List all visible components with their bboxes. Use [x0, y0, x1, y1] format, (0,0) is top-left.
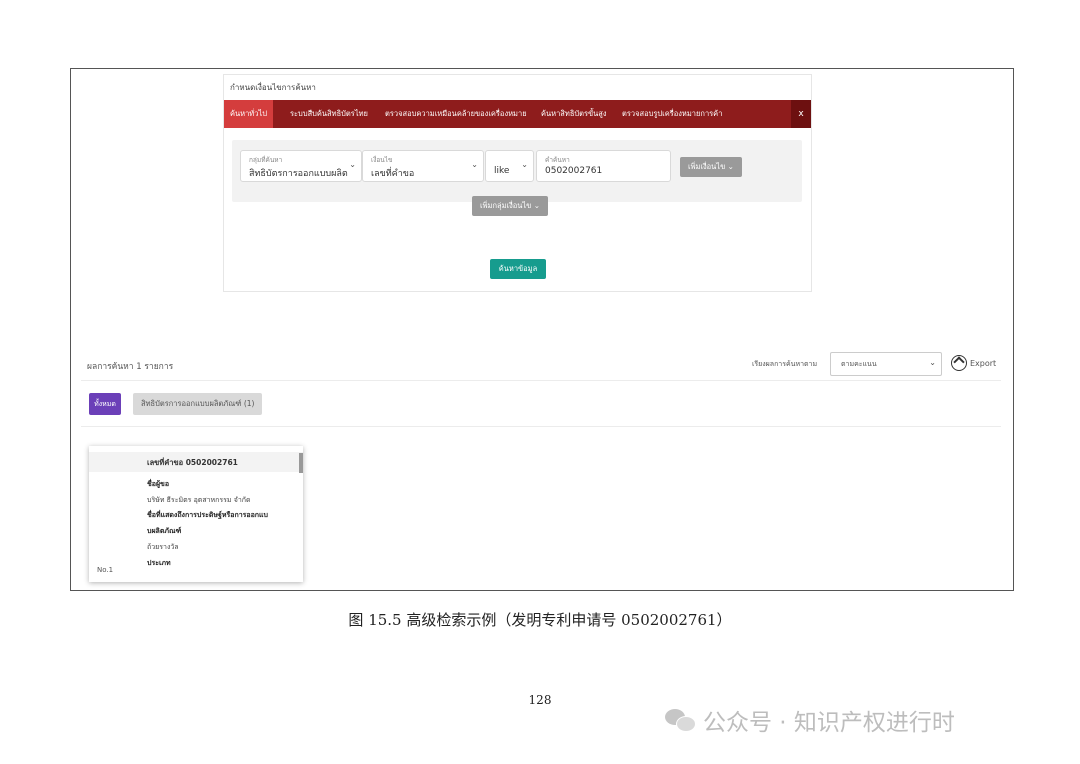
add-condition-button[interactable]: เพิ่มเงื่อนไข ⌄: [680, 157, 742, 177]
results-count: ผลการค้นหา 1 รายการ: [87, 362, 174, 372]
add-group-label: เพิ่มกลุ่มเงื่อนไข: [480, 201, 532, 210]
result-card[interactable]: เลขที่คำขอ 0502002761 ชื่อผู้ขอ บริษัท ธ…: [89, 446, 303, 582]
card-number: No.1: [97, 566, 114, 574]
card-title-label: ชื่อที่แสดงถึงการประดิษฐ์หรือการออกแบ: [147, 511, 268, 519]
card-scrollbar[interactable]: [299, 453, 303, 473]
card-type-label: ประเภท: [147, 559, 171, 567]
screenshot-frame: กำหนดเงื่อนไขการค้นหา ค้นหาทั่วไป ระบบสื…: [70, 68, 1014, 591]
condition-value: เลขที่คำขอ: [371, 169, 415, 179]
add-condition-group-button[interactable]: เพิ่มกลุ่มเงื่อนไข ⌄: [472, 196, 548, 216]
operator-select[interactable]: like ⌄: [485, 150, 534, 182]
search-group-select[interactable]: กลุ่มที่ค้นหา สิทธิบัตรการออกแบบผลิต ⌄: [240, 150, 362, 182]
search-group-label: กลุ่มที่ค้นหา: [249, 156, 283, 164]
close-button[interactable]: x: [791, 100, 811, 128]
search-group-value: สิทธิบัตรการออกแบบผลิต: [249, 169, 348, 179]
chevron-down-icon: ⌄: [727, 162, 734, 171]
tab-advanced-patent-search[interactable]: ค้นหาสิทธิบัตรขั้นสูง: [541, 100, 607, 128]
export-button[interactable]: Export: [951, 355, 996, 371]
card-title-label-cont: บผลิตภัณฑ์: [147, 527, 182, 535]
tab-trademark-similarity[interactable]: ตรวจสอบความเหมือนคล้ายของเครื่องหมาย: [385, 100, 527, 128]
wechat-icon: [665, 707, 697, 733]
keyword-label: คำค้นหา: [545, 156, 570, 164]
operator-value: like: [494, 166, 510, 176]
sort-select[interactable]: ตามคะแนน ⌄: [830, 352, 942, 376]
chevron-down-icon: ⌄: [533, 201, 540, 210]
divider: [81, 426, 1001, 427]
keyword-input[interactable]: คำค้นหา 0502002761: [536, 150, 671, 182]
condition-select[interactable]: เงื่อนไข เลขที่คำขอ ⌄: [362, 150, 484, 182]
card-application-number: เลขที่คำขอ 0502002761: [147, 458, 238, 467]
search-panel: กำหนดเงื่อนไขการค้นหา ค้นหาทั่วไป ระบบสื…: [223, 74, 812, 292]
keyword-value: 0502002761: [545, 166, 603, 176]
tab-trademark-image-check[interactable]: ตรวจสอบรูปเครื่องหมายการค้า: [622, 100, 722, 128]
tab-general-search[interactable]: ค้นหาทั่วไป: [224, 100, 273, 128]
add-condition-label: เพิ่มเงื่อนไข: [688, 162, 726, 171]
filter-chip-design-patent[interactable]: สิทธิบัตรการออกแบบผลิตภัณฑ์ (1): [133, 393, 263, 415]
condition-label: เงื่อนไข: [371, 156, 393, 164]
sort-value: ตามคะแนน: [841, 360, 877, 368]
chevron-down-icon: ⌄: [929, 358, 936, 367]
export-label: Export: [970, 358, 997, 368]
watermark-text: 公众号 · 知识产权进行时: [703, 710, 955, 736]
tab-thai-patent-search[interactable]: ระบบสืบค้นสิทธิบัตรไทย: [290, 100, 368, 128]
card-applicant-value: บริษัท ธีระมิตร อุตสาหกรรม จำกัด: [147, 496, 251, 504]
filter-all-button[interactable]: ทั้งหมด: [89, 393, 121, 415]
search-button[interactable]: ค้นหาข้อมูล: [490, 259, 546, 279]
card-applicant-label: ชื่อผู้ขอ: [147, 480, 170, 488]
divider: [81, 380, 1001, 381]
chevron-down-icon: ⌄: [471, 160, 478, 169]
card-title-value: ถ้วยรางวัล: [147, 543, 179, 551]
chevron-down-icon: ⌄: [349, 160, 356, 169]
tab-bar: ค้นหาทั่วไป ระบบสืบค้นสิทธิบัตรไทย ตรวจส…: [224, 100, 811, 128]
chevron-down-icon: ⌄: [521, 160, 528, 169]
watermark: 公众号 · 知识产权进行时: [665, 703, 955, 737]
figure-caption: 图 15.5 高级检索示例（发明专利申请号 0502002761）: [348, 611, 732, 629]
sort-label: เรียงผลการค้นหาตาม: [752, 360, 818, 368]
export-icon: [951, 355, 967, 371]
panel-title: กำหนดเงื่อนไขการค้นหา: [230, 83, 316, 92]
criteria-box: กลุ่มที่ค้นหา สิทธิบัตรการออกแบบผลิต ⌄ เ…: [232, 140, 802, 202]
